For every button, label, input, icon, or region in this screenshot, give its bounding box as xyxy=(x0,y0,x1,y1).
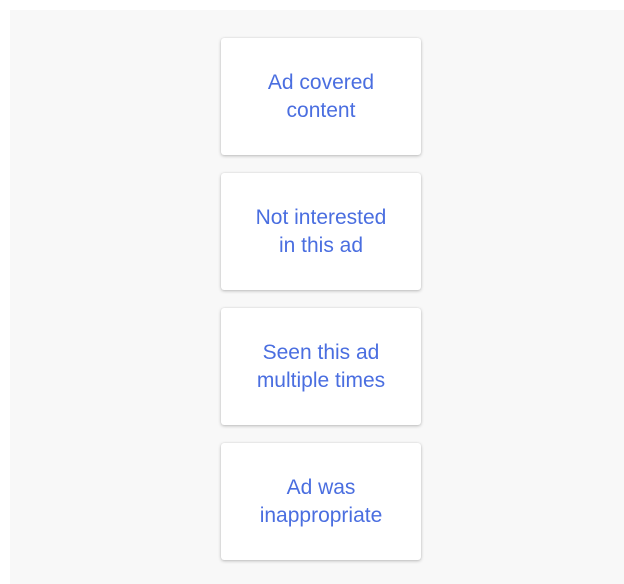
option-label: Ad covered content xyxy=(267,70,375,122)
ad-covered-content-button[interactable]: Ad covered content xyxy=(221,38,421,155)
option-label: Seen this ad multiple times xyxy=(256,340,386,392)
seen-multiple-times-button[interactable]: Seen this ad multiple times xyxy=(221,308,421,425)
option-label: Ad was inappropriate xyxy=(259,475,383,527)
ad-feedback-panel: Ad covered content Not interested in thi… xyxy=(10,10,624,584)
ad-inappropriate-button[interactable]: Ad was inappropriate xyxy=(221,443,421,560)
not-interested-button[interactable]: Not interested in this ad xyxy=(221,173,421,290)
feedback-options-list: Ad covered content Not interested in thi… xyxy=(221,38,421,578)
option-label: Not interested in this ad xyxy=(255,205,387,257)
